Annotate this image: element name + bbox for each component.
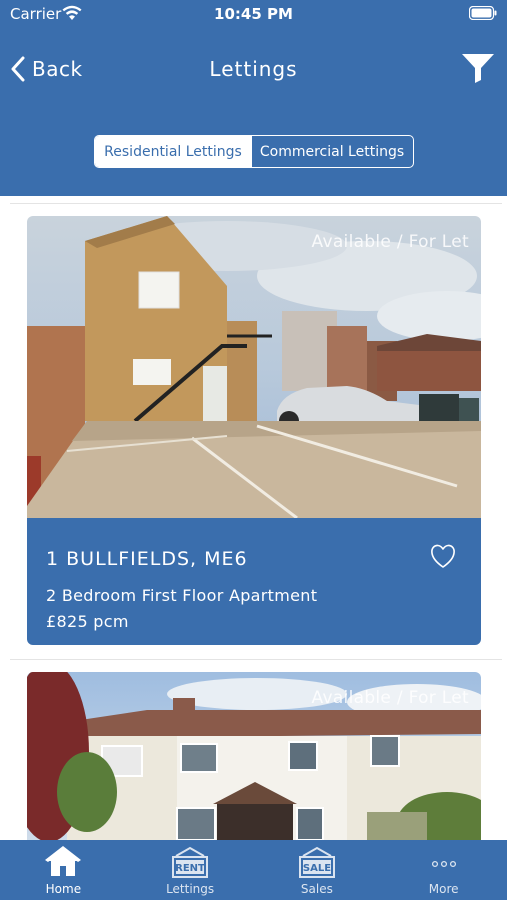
page-title: Lettings — [209, 57, 298, 81]
tab-bar: Home RENT Lettings SALE Sales More — [0, 840, 507, 900]
divider — [10, 659, 502, 660]
rent-badge: RENT — [175, 863, 205, 874]
listing-card[interactable]: Available / For Let — [27, 672, 481, 840]
battery-icon — [469, 6, 497, 20]
listing-card[interactable]: Available / For Let 1 BULLFIELDS, ME6 2 … — [27, 216, 481, 645]
property-photo — [27, 216, 481, 518]
tab-sales[interactable]: SALE Sales — [254, 840, 381, 900]
listing-address: 1 BULLFIELDS, ME6 — [46, 548, 248, 570]
heart-icon[interactable] — [429, 544, 457, 569]
tab-label-more: More — [428, 882, 459, 896]
listing-price: £825 pcm — [46, 612, 129, 631]
status-time: 10:45 PM — [214, 5, 293, 23]
tab-label-home: Home — [45, 882, 82, 896]
availability-label: Available / For Let — [311, 232, 469, 252]
divider — [10, 203, 502, 204]
more-dots-icon — [431, 860, 456, 868]
availability-label: Available / For Let — [311, 688, 469, 708]
lettings-type-segmented-control: Residential Lettings Commercial Lettings — [94, 135, 414, 168]
app-header: Carrier 10:45 PM Back Lettings Residenti… — [0, 0, 507, 196]
tab-lettings[interactable]: RENT Lettings — [127, 840, 254, 900]
segment-commercial-lettings[interactable]: Commercial Lettings — [251, 136, 412, 167]
filter-icon[interactable] — [461, 52, 495, 84]
rent-sign-icon: RENT — [172, 846, 209, 878]
tab-home[interactable]: Home — [0, 840, 127, 900]
segment-residential-lettings[interactable]: Residential Lettings — [95, 136, 251, 167]
house-icon — [45, 846, 82, 876]
tab-more[interactable]: More — [380, 840, 507, 900]
sale-sign-icon: SALE — [298, 846, 335, 878]
status-bar: Carrier 10:45 PM — [0, 0, 507, 30]
tab-label-lettings: Lettings — [166, 882, 215, 896]
tab-label-sales: Sales — [300, 882, 333, 896]
listing-info: 1 BULLFIELDS, ME6 2 Bedroom First Floor … — [27, 518, 481, 645]
listing-description: 2 Bedroom First Floor Apartment — [46, 586, 318, 605]
sale-badge: SALE — [303, 863, 331, 874]
